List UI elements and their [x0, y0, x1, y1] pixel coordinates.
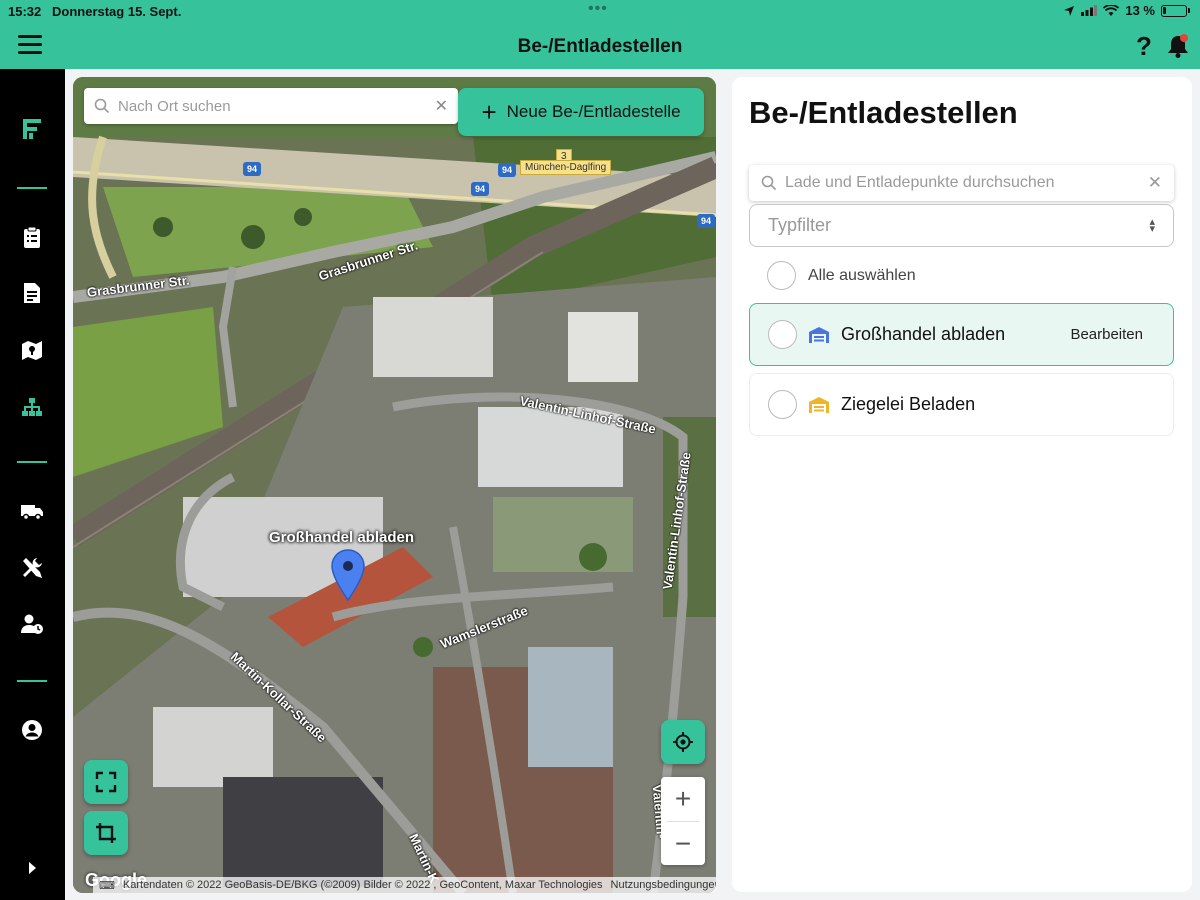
wifi-icon — [1103, 4, 1120, 16]
warehouse-icon — [809, 396, 829, 413]
page-title: Be-/Entladestellen — [517, 36, 683, 57]
satellite-map-image — [73, 77, 716, 893]
item-name: Ziegelei Beladen — [841, 394, 976, 414]
status-time: 15:32 — [8, 4, 42, 19]
tools-icon[interactable] — [20, 556, 44, 580]
crop-icon — [96, 823, 116, 843]
nav-divider — [17, 461, 47, 463]
type-filter-placeholder: Typfilter — [768, 215, 832, 235]
map-attribution: ⌨ Kartendaten © 2022 GeoBasis-DE/BKG (©2… — [93, 877, 716, 893]
clipboard-icon[interactable] — [20, 225, 44, 249]
truck-icon[interactable] — [20, 499, 44, 523]
plus-icon: + — [481, 97, 497, 127]
app-header: Be-/Entladestellen ? — [0, 24, 1200, 69]
type-filter-select[interactable]: Typfilter ▴ ▾ — [749, 204, 1174, 247]
zoom-in-button[interactable]: + — [661, 777, 705, 821]
locations-search-box[interactable]: ✕ — [749, 165, 1174, 201]
map-search-input[interactable] — [118, 97, 435, 115]
zoom-out-button[interactable]: − — [661, 822, 705, 866]
clear-search-icon[interactable]: ✕ — [435, 96, 448, 116]
notification-bell-icon[interactable] — [1165, 33, 1191, 59]
search-icon — [761, 175, 777, 191]
nav-divider — [17, 680, 47, 682]
map-view[interactable]: ✕ + Neue Be-/Entladestelle 94 94 94 94 3… — [73, 77, 716, 893]
locations-panel: Be-/Entladestellen ✕ Typfilter ▴▾ Alle a… — [732, 77, 1192, 892]
help-icon[interactable]: ? — [1136, 31, 1152, 62]
highway-shield: 94 — [697, 214, 716, 228]
fullscreen-icon — [95, 771, 117, 793]
location-arrow-icon — [1064, 5, 1075, 16]
list-item[interactable]: Großhandel abladen Bearbeiten — [749, 303, 1174, 366]
battery-percent: 13 % — [1125, 3, 1155, 18]
document-icon[interactable] — [20, 281, 44, 305]
locations-search-input[interactable] — [785, 174, 1148, 192]
nav-divider — [17, 187, 47, 189]
fullscreen-button[interactable] — [84, 760, 128, 804]
attribution-text: Kartendaten © 2022 GeoBasis-DE/BKG (©200… — [122, 879, 603, 891]
marker-label: Großhandel abladen — [269, 529, 415, 546]
status-indicators: 13 % — [1063, 3, 1190, 18]
crosshair-icon — [673, 732, 693, 752]
sitemap-icon[interactable] — [20, 395, 44, 419]
keyboard-icon[interactable]: ⌨ — [99, 879, 115, 892]
highway-shield: 94 — [243, 162, 262, 176]
search-icon — [94, 98, 110, 114]
item-radio[interactable] — [768, 320, 797, 349]
panel-title: Be-/Entladestellen — [749, 95, 1018, 130]
user-circle-icon[interactable] — [20, 718, 44, 742]
status-date: Donnerstag 15. Sept. — [52, 4, 182, 19]
highway-shield: 94 — [498, 163, 517, 177]
select-all-row[interactable]: Alle auswählen — [767, 261, 916, 290]
warehouse-icon — [809, 326, 829, 343]
crop-button[interactable] — [84, 811, 128, 855]
multitasking-dots-icon[interactable]: ••• — [588, 0, 608, 18]
map-icon[interactable] — [20, 338, 44, 362]
cellular-signal-icon — [1081, 5, 1098, 16]
status-bar: 15:32 Donnerstag 15. Sept. ••• 13 % — [0, 0, 1200, 24]
list-item[interactable]: Ziegelei Beladen — [749, 373, 1174, 436]
item-name: Großhandel abladen — [841, 324, 1006, 344]
battery-icon — [1161, 4, 1187, 17]
zoom-controls: + − — [661, 777, 705, 865]
select-all-label: Alle auswählen — [808, 266, 916, 284]
edit-button[interactable]: Bearbeiten — [1070, 326, 1143, 343]
location-pin-icon[interactable] — [331, 549, 365, 602]
select-all-radio[interactable] — [767, 261, 796, 290]
app-logo[interactable] — [20, 117, 44, 141]
map-search-box[interactable]: ✕ — [84, 88, 458, 124]
my-location-button[interactable] — [661, 720, 705, 764]
exit-label: München-Daglfing — [520, 160, 612, 175]
select-arrows-icon: ▴ ▾ — [1149, 215, 1155, 235]
terms-link[interactable]: Nutzungsbedingungen — [611, 879, 716, 891]
expand-chevron-icon[interactable] — [20, 856, 44, 880]
new-location-label: Neue Be-/Entladestelle — [506, 102, 681, 121]
item-radio[interactable] — [768, 390, 797, 419]
battery-cap — [1188, 8, 1190, 13]
user-clock-icon[interactable] — [20, 612, 44, 636]
new-location-button[interactable]: + Neue Be-/Entladestelle — [458, 88, 704, 136]
notification-dot — [1180, 34, 1188, 42]
side-navigation — [0, 69, 65, 900]
clear-search-icon[interactable]: ✕ — [1148, 173, 1162, 193]
highway-shield: 94 — [471, 182, 490, 196]
